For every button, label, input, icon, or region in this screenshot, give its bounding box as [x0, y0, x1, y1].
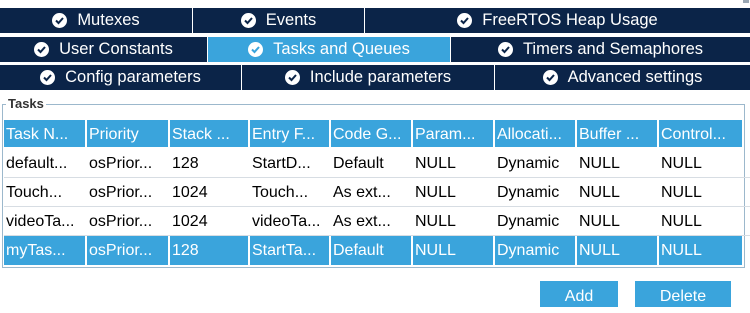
tab-label: Events [265, 11, 317, 29]
cell-control-block: NULL [661, 184, 702, 201]
check-icon [284, 70, 300, 85]
cell-parameter: NULL [413, 207, 495, 236]
cell-buffer-name: NULL [577, 207, 659, 236]
cell-stack-size: 128 [170, 149, 250, 178]
column-header-buffer-name[interactable]: Buffer ... [577, 120, 659, 149]
cell-parameter: NULL [413, 236, 495, 265]
column-header-entry-function[interactable]: Entry F... [250, 120, 331, 149]
column-header-task-name[interactable]: Task N... [4, 120, 87, 149]
cell-priority: osPrior... [87, 236, 170, 265]
cell-task-name: myTas... [4, 236, 87, 265]
cell-entry-function: Touch... [250, 178, 331, 207]
cell-control-block: NULL [659, 236, 742, 265]
tab-label: Timers and Semaphores [522, 40, 704, 58]
cell-task-name: default... [4, 149, 87, 178]
tab-label: Advanced settings [567, 68, 703, 86]
tab-label: Config parameters [65, 68, 201, 86]
tab-config-parameters[interactable]: Config parameters [0, 65, 242, 90]
cell-allocation: Dynamic [495, 178, 577, 207]
check-icon [457, 13, 473, 28]
cell-task-name: Touch... [4, 178, 87, 207]
column-header-code-generation[interactable]: Code G... [331, 120, 413, 149]
cell-entry-function: videoTa... [250, 207, 331, 236]
column-header-stack-size[interactable]: Stack ... [170, 120, 250, 149]
cell-control-block: NULL [661, 213, 702, 230]
cell-stack-size: 1024 [170, 178, 250, 207]
cell-buffer-name: NULL [577, 236, 659, 265]
add-button[interactable]: Add [540, 281, 618, 307]
check-icon [542, 70, 558, 85]
cell-allocation: Dynamic [495, 207, 577, 236]
cell-buffer-name: NULL [577, 149, 659, 178]
tab-include-parameters[interactable]: Include parameters [242, 65, 495, 90]
cell-code-generation: As ext... [331, 207, 413, 236]
cell-allocation: Dynamic [495, 236, 577, 265]
tab-events[interactable]: Events [193, 8, 365, 33]
cell-entry-function: StartD... [250, 149, 331, 178]
tab-advanced-settings[interactable]: Advanced settings [495, 65, 750, 90]
cell-control-block: NULL [661, 155, 702, 172]
check-icon [497, 42, 513, 57]
corner-mark [743, 0, 749, 3]
cell-code-generation: As ext... [331, 178, 413, 207]
check-icon [240, 13, 256, 28]
tab-user-constants[interactable]: User Constants [0, 37, 208, 62]
tab-timers-and-semaphores[interactable]: Timers and Semaphores [451, 37, 750, 62]
column-header-control-block[interactable]: Control... [659, 120, 742, 149]
tab-mutexes[interactable]: Mutexes [0, 8, 193, 33]
delete-button[interactable]: Delete [635, 281, 731, 307]
tab-label: User Constants [59, 40, 173, 58]
tab-freertos-heap-usage[interactable]: FreeRTOS Heap Usage [365, 8, 750, 33]
check-icon [248, 42, 264, 57]
tab-label: Mutexes [77, 11, 140, 29]
tab-tasks-and-queues[interactable]: Tasks and Queues [208, 37, 451, 62]
check-icon [34, 42, 50, 57]
check-icon [40, 70, 56, 85]
cell-stack-size: 128 [170, 236, 250, 265]
cell-stack-size: 1024 [170, 207, 250, 236]
tab-label: FreeRTOS Heap Usage [482, 11, 658, 29]
cell-entry-function: StartTa... [250, 236, 331, 265]
check-icon [52, 13, 68, 28]
cell-parameter: NULL [413, 178, 495, 207]
cell-task-name: videoTa... [4, 207, 87, 236]
cell-code-generation: Default [331, 236, 413, 265]
cell-priority: osPrior... [87, 149, 170, 178]
column-header-priority[interactable]: Priority [87, 120, 170, 149]
tab-label: Tasks and Queues [273, 40, 410, 58]
tasks-group-label: Tasks [6, 96, 46, 111]
cell-priority: osPrior... [87, 207, 170, 236]
cell-buffer-name: NULL [577, 178, 659, 207]
cell-code-generation: Default [331, 149, 413, 178]
cell-priority: osPrior... [87, 178, 170, 207]
column-header-parameter[interactable]: Param... [413, 120, 495, 149]
cell-allocation: Dynamic [495, 149, 577, 178]
cell-parameter: NULL [413, 149, 495, 178]
tab-label: Include parameters [309, 68, 452, 86]
column-header-allocation[interactable]: Allocati... [495, 120, 577, 149]
